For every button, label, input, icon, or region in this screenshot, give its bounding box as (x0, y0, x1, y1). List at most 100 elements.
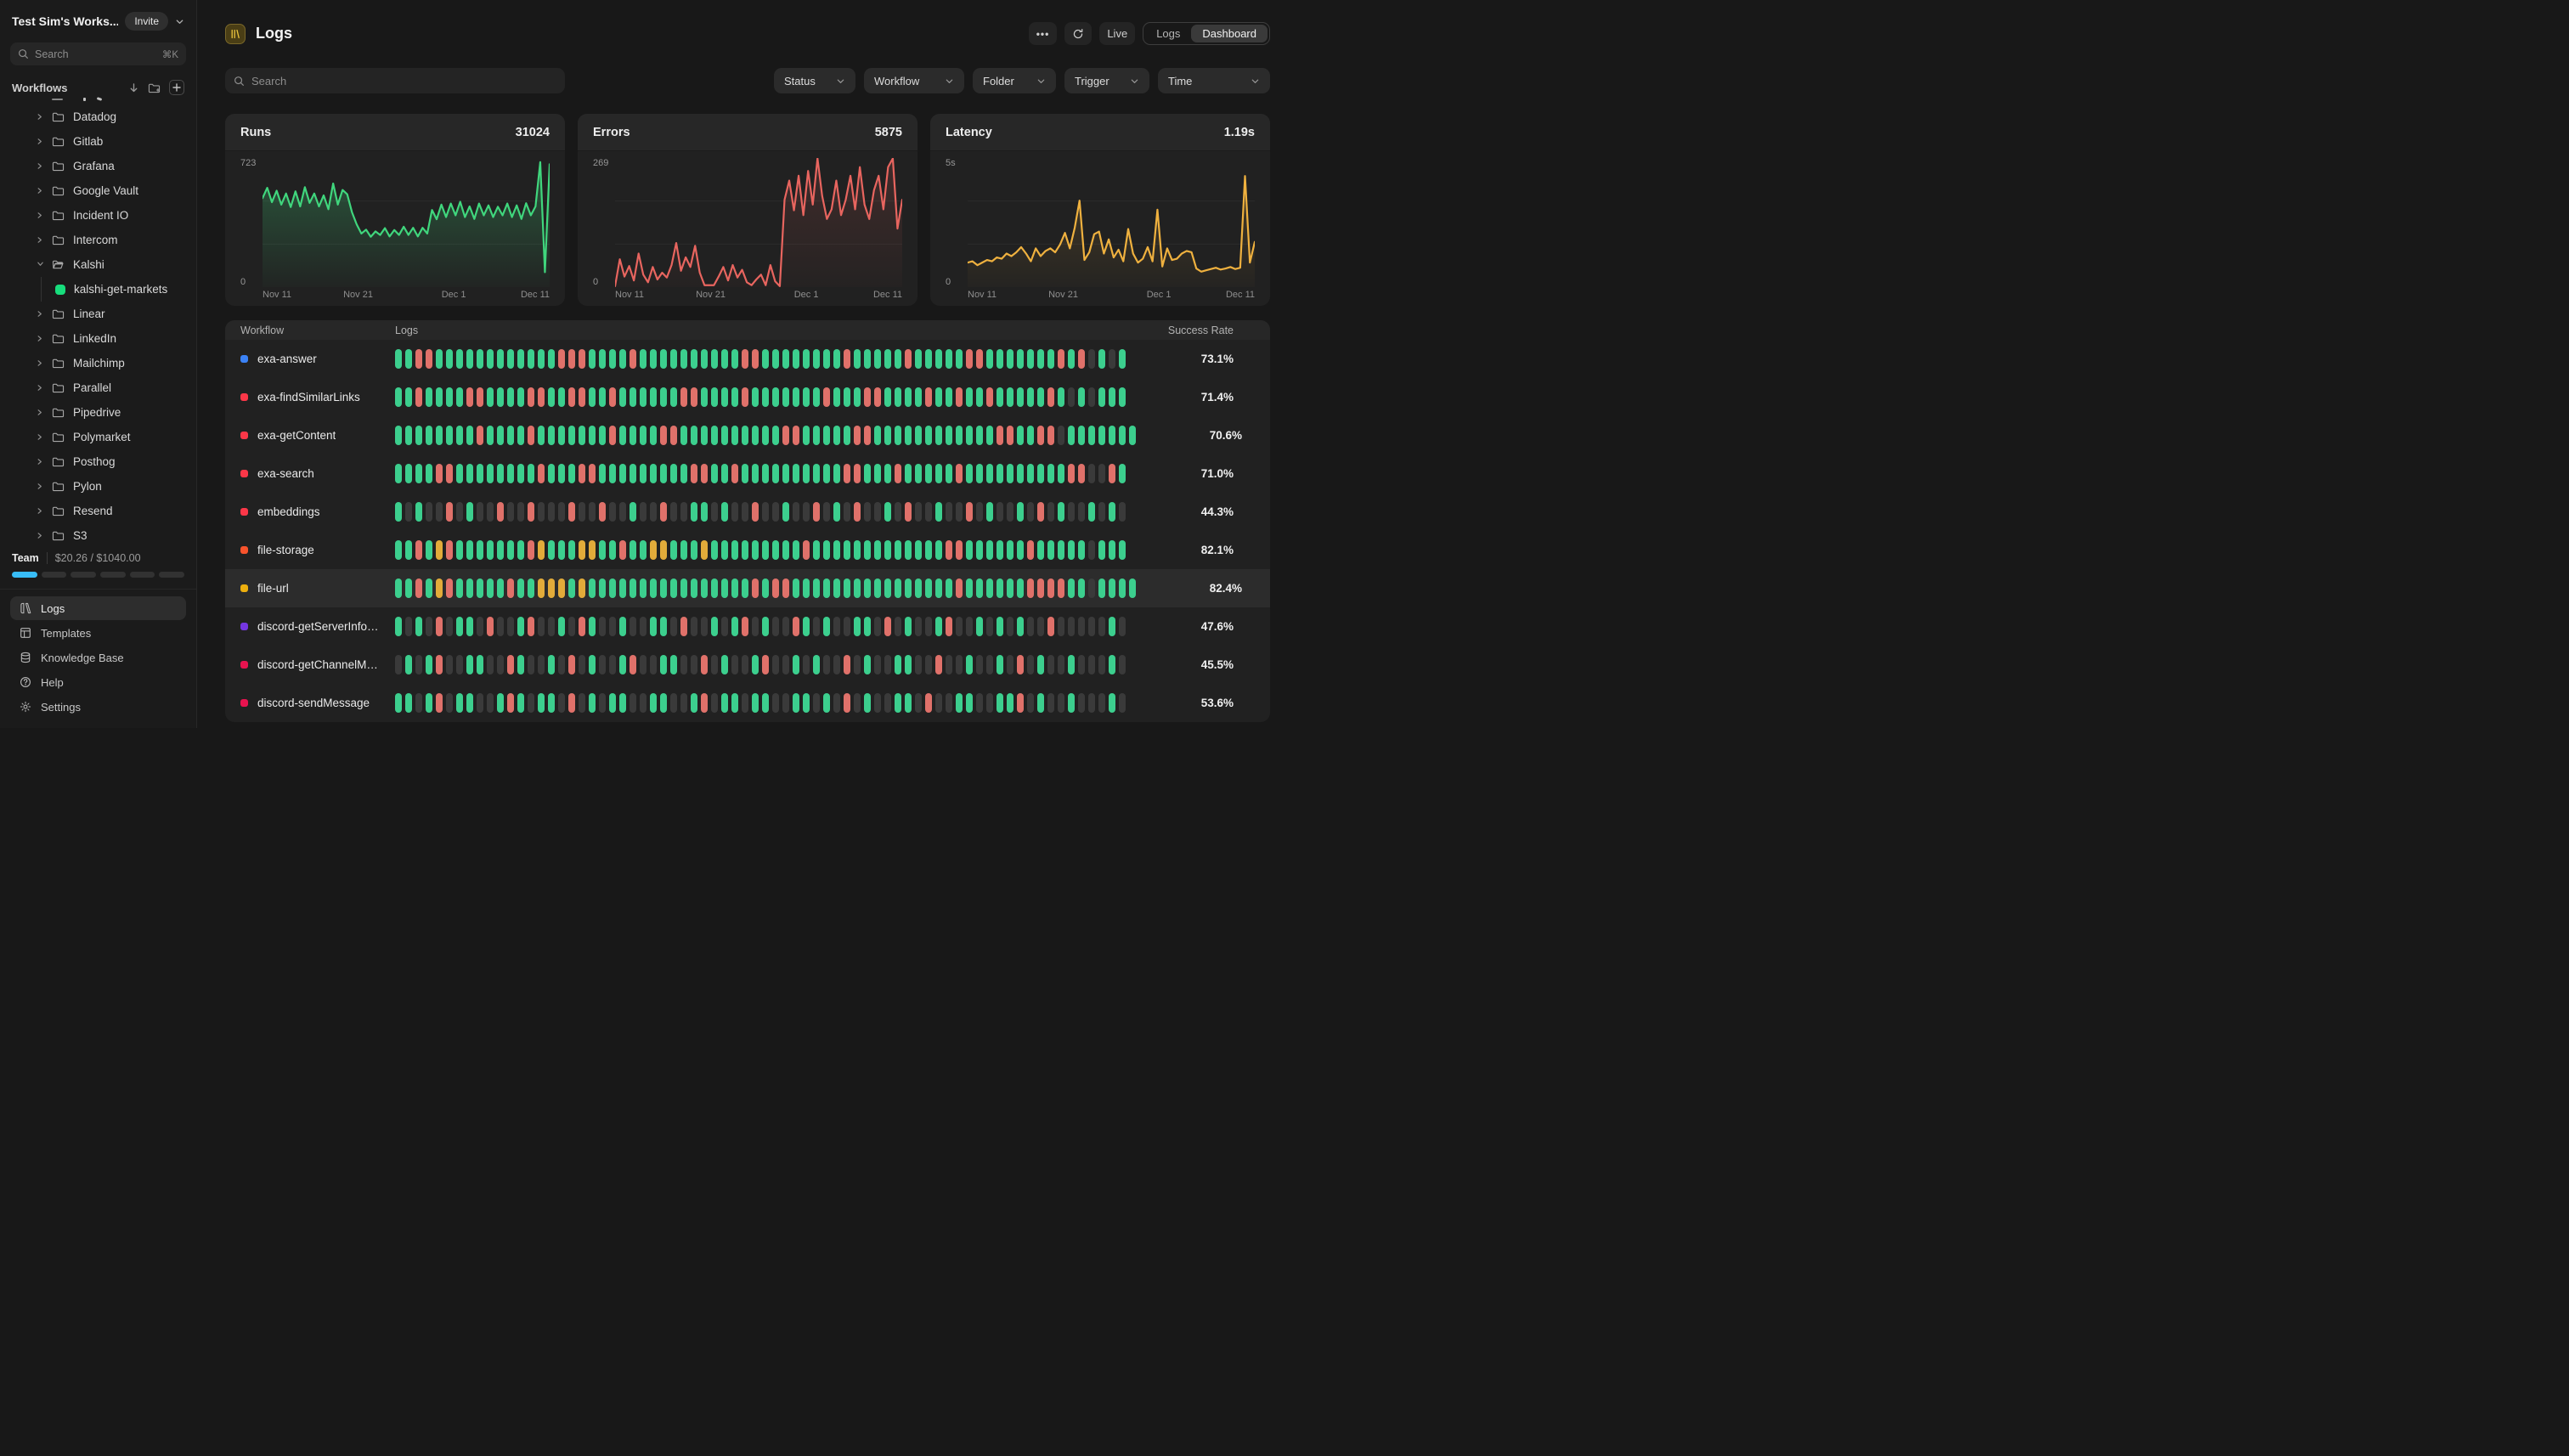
log-bar-error[interactable] (793, 617, 799, 636)
log-bar-error[interactable] (579, 617, 585, 636)
log-bar-success[interactable] (966, 387, 973, 407)
log-bar-empty[interactable] (976, 655, 983, 674)
log-bar-success[interactable] (1047, 540, 1054, 560)
log-bar-empty[interactable] (446, 655, 453, 674)
log-bar-success[interactable] (609, 578, 616, 598)
log-bar-success[interactable] (833, 540, 840, 560)
log-bar-error[interactable] (446, 578, 453, 598)
log-bar-empty[interactable] (874, 693, 881, 713)
log-bar-empty[interactable] (997, 502, 1003, 522)
log-bar-error[interactable] (1078, 349, 1085, 369)
log-bar-success[interactable] (1088, 426, 1095, 445)
log-bar-success[interactable] (935, 578, 942, 598)
log-bar-success[interactable] (701, 426, 708, 445)
log-bar-success[interactable] (895, 426, 901, 445)
log-bar-success[interactable] (426, 387, 432, 407)
log-bar-success[interactable] (711, 578, 718, 598)
log-bar-success[interactable] (528, 464, 534, 483)
log-bar-success[interactable] (517, 540, 524, 560)
log-bar-empty[interactable] (1058, 693, 1064, 713)
log-bar-success[interactable] (436, 387, 443, 407)
log-bar-error[interactable] (1058, 349, 1064, 369)
log-bar-error[interactable] (497, 502, 504, 522)
log-bar-error[interactable] (793, 426, 799, 445)
log-bar-success[interactable] (670, 387, 677, 407)
log-bar-success[interactable] (426, 693, 432, 713)
log-bar-success[interactable] (405, 387, 412, 407)
log-bar-empty[interactable] (772, 617, 779, 636)
log-bar-empty[interactable] (558, 502, 565, 522)
log-bar-success[interactable] (721, 502, 728, 522)
log-bar-success[interactable] (701, 502, 708, 522)
log-bar-success[interactable] (1017, 426, 1024, 445)
log-bar-success[interactable] (742, 540, 748, 560)
log-bar-empty[interactable] (772, 655, 779, 674)
log-bar-success[interactable] (1017, 502, 1024, 522)
log-bar-success[interactable] (630, 426, 636, 445)
log-bar-error[interactable] (1047, 387, 1054, 407)
log-bar-error[interactable] (895, 464, 901, 483)
log-bar-empty[interactable] (1098, 693, 1105, 713)
log-bar-empty[interactable] (609, 655, 616, 674)
log-bar-error[interactable] (630, 349, 636, 369)
log-bar-empty[interactable] (1047, 502, 1054, 522)
folder-item-incident-io[interactable]: Incident IO (10, 203, 186, 228)
log-bar-success[interactable] (568, 540, 575, 560)
log-bar-empty[interactable] (599, 693, 606, 713)
log-bar-success[interactable] (589, 693, 596, 713)
log-bar-success[interactable] (517, 387, 524, 407)
log-bar-success[interactable] (466, 617, 473, 636)
log-bar-success[interactable] (915, 387, 922, 407)
log-bar-success[interactable] (548, 387, 555, 407)
log-bar-success[interactable] (731, 387, 738, 407)
log-bar-success[interactable] (650, 578, 657, 598)
log-bar-empty[interactable] (538, 502, 545, 522)
log-bar-success[interactable] (426, 655, 432, 674)
log-bar-error[interactable] (477, 387, 483, 407)
log-bar-error[interactable] (966, 502, 973, 522)
log-bar-success[interactable] (813, 655, 820, 674)
log-bar-empty[interactable] (813, 693, 820, 713)
log-bar-success[interactable] (976, 540, 983, 560)
log-bar-error[interactable] (844, 464, 850, 483)
log-bar-success[interactable] (905, 655, 912, 674)
log-bar-success[interactable] (1027, 464, 1034, 483)
log-bar-success[interactable] (997, 349, 1003, 369)
log-bar-error[interactable] (905, 349, 912, 369)
log-bar-empty[interactable] (742, 693, 748, 713)
log-bar-success[interactable] (630, 578, 636, 598)
live-button[interactable]: Live (1099, 22, 1135, 45)
log-bar-empty[interactable] (956, 617, 963, 636)
log-bar-success[interactable] (456, 387, 463, 407)
log-bar-success[interactable] (1078, 540, 1085, 560)
log-bar-success[interactable] (650, 387, 657, 407)
log-bar-error[interactable] (854, 464, 861, 483)
log-bar-error[interactable] (782, 578, 789, 598)
log-bar-success[interactable] (1007, 578, 1013, 598)
log-bar-success[interactable] (793, 349, 799, 369)
log-bar-success[interactable] (456, 426, 463, 445)
log-bar-success[interactable] (589, 349, 596, 369)
log-bar-error[interactable] (772, 578, 779, 598)
log-bar-success[interactable] (997, 464, 1003, 483)
log-bar-success[interactable] (497, 387, 504, 407)
log-bar-success[interactable] (935, 617, 942, 636)
log-bar-empty[interactable] (844, 502, 850, 522)
log-bar-error[interactable] (1078, 464, 1085, 483)
log-bar-empty[interactable] (1088, 655, 1095, 674)
log-bar-success[interactable] (405, 349, 412, 369)
log-bar-success[interactable] (1058, 464, 1064, 483)
log-bar-success[interactable] (833, 387, 840, 407)
log-bar-success[interactable] (935, 464, 942, 483)
log-bar-success[interactable] (670, 464, 677, 483)
table-row-embeddings[interactable]: embeddings44.3% (225, 493, 1270, 531)
sidebar-item-help[interactable]: Help (10, 670, 186, 694)
log-bar-empty[interactable] (1007, 617, 1013, 636)
log-bar-success[interactable] (548, 464, 555, 483)
log-bar-success[interactable] (589, 655, 596, 674)
log-bar-error[interactable] (803, 540, 810, 560)
log-bar-success[interactable] (742, 578, 748, 598)
log-bar-success[interactable] (1109, 502, 1115, 522)
log-bar-success[interactable] (650, 349, 657, 369)
log-bar-success[interactable] (405, 655, 412, 674)
